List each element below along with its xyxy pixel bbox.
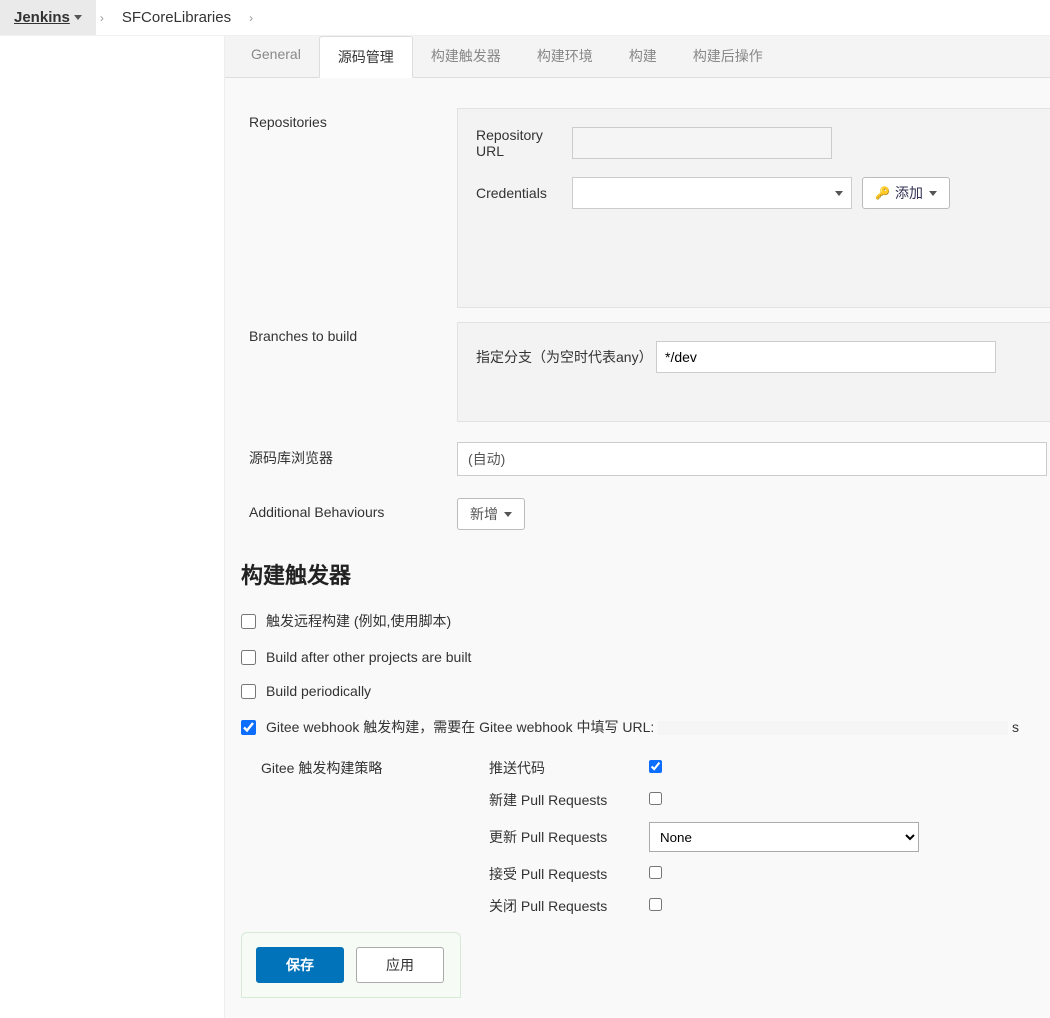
branches-label: Branches to build	[249, 322, 457, 428]
tab-scm[interactable]: 源码管理	[319, 36, 413, 78]
trigger-remote-checkbox[interactable]	[241, 614, 256, 629]
credentials-select[interactable]	[572, 177, 852, 209]
breadcrumb-root[interactable]: Jenkins	[0, 0, 96, 35]
repositories-label: Repositories	[249, 108, 457, 314]
tab-triggers[interactable]: 构建触发器	[413, 36, 519, 77]
chevron-right-icon: ›	[96, 11, 108, 25]
tab-general[interactable]: General	[233, 36, 319, 77]
new-pr-checkbox[interactable]	[649, 792, 662, 805]
repositories-panel: Repository URL Credentials 🔑	[457, 108, 1050, 308]
repo-url-label: Repository URL	[476, 127, 572, 159]
trigger-gitee-label: Gitee webhook 触发构建，需要在 Gitee webhook 中填写…	[266, 717, 1019, 737]
tab-build-label: 构建	[629, 48, 657, 64]
credentials-label: Credentials	[476, 185, 572, 201]
trigger-build-after-row[interactable]: Build after other projects are built	[225, 640, 1050, 674]
push-code-label: 推送代码	[489, 758, 649, 778]
update-pr-select[interactable]: None	[649, 822, 919, 852]
trigger-gitee-tail: s	[1012, 719, 1019, 735]
trigger-gitee-text: Gitee webhook 触发构建，需要在 Gitee webhook 中填写…	[266, 719, 658, 735]
close-pr-checkbox[interactable]	[649, 898, 662, 911]
repo-browser-label: 源码库浏览器	[249, 442, 457, 476]
push-code-checkbox[interactable]	[649, 760, 662, 773]
tab-build[interactable]: 构建	[611, 36, 675, 77]
repo-url-input[interactable]	[572, 127, 832, 159]
config-tabs: General 源码管理 构建触发器 构建环境 构建 构建后操作	[225, 36, 1050, 78]
left-sidebar	[0, 36, 224, 1018]
accept-pr-checkbox[interactable]	[649, 866, 662, 879]
apply-button[interactable]: 应用	[356, 947, 444, 983]
trigger-periodic-label: Build periodically	[266, 683, 371, 699]
close-pr-label: 关闭 Pull Requests	[489, 896, 649, 916]
trigger-gitee-row[interactable]: Gitee webhook 触发构建，需要在 Gitee webhook 中填写…	[225, 708, 1050, 746]
branch-spec-label: 指定分支（为空时代表any）	[476, 347, 656, 367]
tab-general-label: General	[251, 46, 301, 62]
add-behaviour-button[interactable]: 新增	[457, 498, 525, 530]
save-button[interactable]: 保存	[256, 947, 344, 983]
key-icon: 🔑	[875, 186, 890, 200]
breadcrumb: Jenkins › SFCoreLibraries ›	[0, 0, 1050, 36]
trigger-remote-row[interactable]: 触发远程构建 (例如,使用脚本)	[225, 602, 1050, 640]
trigger-periodic-row[interactable]: Build periodically	[225, 674, 1050, 708]
tab-scm-label: 源码管理	[338, 49, 394, 65]
add-button-label: 添加	[895, 183, 923, 203]
repo-browser-select[interactable]: (自动)	[457, 442, 1047, 476]
branch-spec-input[interactable]	[656, 341, 996, 373]
update-pr-label: 更新 Pull Requests	[489, 827, 649, 847]
chevron-down-icon	[504, 512, 512, 517]
tab-env-label: 构建环境	[537, 48, 593, 64]
branches-panel: 指定分支（为空时代表any）	[457, 322, 1050, 422]
tab-triggers-label: 构建触发器	[431, 48, 501, 64]
trigger-build-after-label: Build after other projects are built	[266, 649, 471, 665]
add-credentials-button[interactable]: 🔑 添加	[862, 177, 950, 209]
additional-beh-label: Additional Behaviours	[249, 498, 457, 530]
save-button-label: 保存	[286, 955, 314, 975]
chevron-down-icon	[929, 191, 937, 196]
breadcrumb-project-label: SFCoreLibraries	[122, 9, 231, 26]
strategy-heading: Gitee 触发构建策略	[261, 758, 489, 778]
tab-post[interactable]: 构建后操作	[675, 36, 781, 77]
repo-browser-value: (自动)	[468, 449, 505, 469]
tab-env[interactable]: 构建环境	[519, 36, 611, 77]
trigger-build-after-checkbox[interactable]	[241, 650, 256, 665]
chevron-down-icon	[74, 15, 82, 20]
chevron-down-icon	[835, 191, 843, 196]
breadcrumb-project[interactable]: SFCoreLibraries	[108, 0, 245, 35]
apply-button-label: 应用	[386, 955, 414, 975]
breadcrumb-root-label: Jenkins	[14, 9, 70, 26]
triggers-heading: 构建触发器	[225, 530, 1050, 602]
add-behaviour-label: 新增	[470, 504, 498, 524]
trigger-remote-label: 触发远程构建 (例如,使用脚本)	[266, 611, 451, 631]
accept-pr-label: 接受 Pull Requests	[489, 864, 649, 884]
redacted-url	[658, 721, 1008, 735]
new-pr-label: 新建 Pull Requests	[489, 790, 649, 810]
chevron-right-icon: ›	[245, 11, 257, 25]
trigger-periodic-checkbox[interactable]	[241, 684, 256, 699]
trigger-gitee-checkbox[interactable]	[241, 720, 256, 735]
action-bar: 保存 应用	[241, 932, 461, 998]
tab-post-label: 构建后操作	[693, 48, 763, 64]
